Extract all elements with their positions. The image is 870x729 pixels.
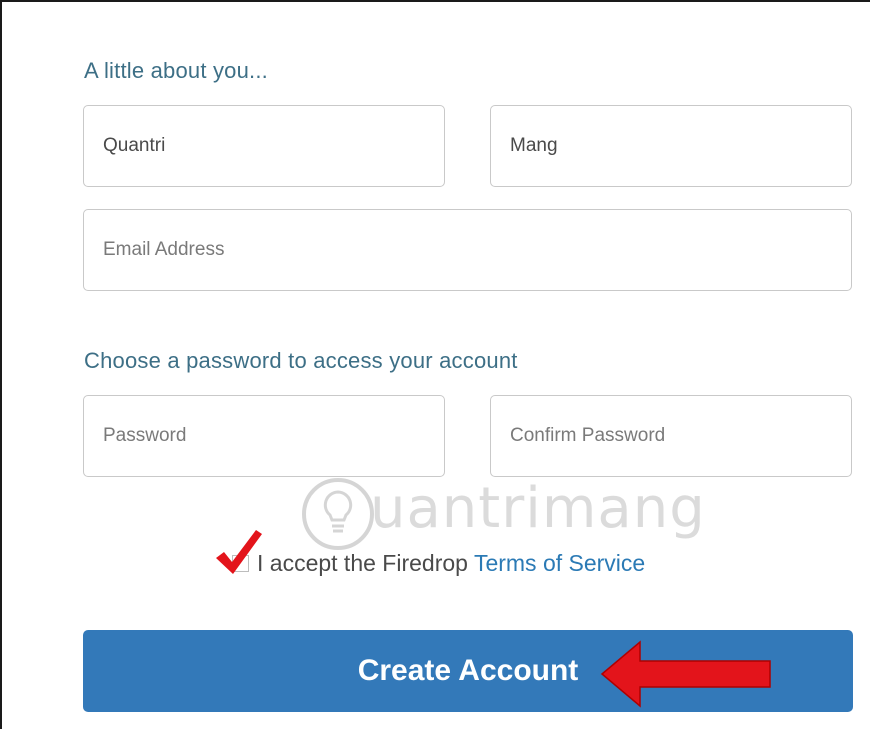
red-arrow-icon (600, 640, 771, 708)
password-field[interactable] (83, 395, 445, 477)
password-heading: Choose a password to access your account (84, 348, 518, 373)
terms-of-service-link[interactable]: Terms of Service (474, 550, 645, 576)
terms-text: I accept the Firedrop (257, 550, 468, 576)
last-name-field[interactable] (490, 105, 852, 187)
about-you-heading: A little about you... (84, 58, 268, 83)
red-checkmark-icon (216, 530, 262, 574)
first-name-field[interactable] (83, 105, 445, 187)
email-field[interactable] (83, 209, 852, 291)
confirm-password-field[interactable] (490, 395, 852, 477)
terms-row: I accept the Firedrop Terms of Service (232, 550, 645, 577)
